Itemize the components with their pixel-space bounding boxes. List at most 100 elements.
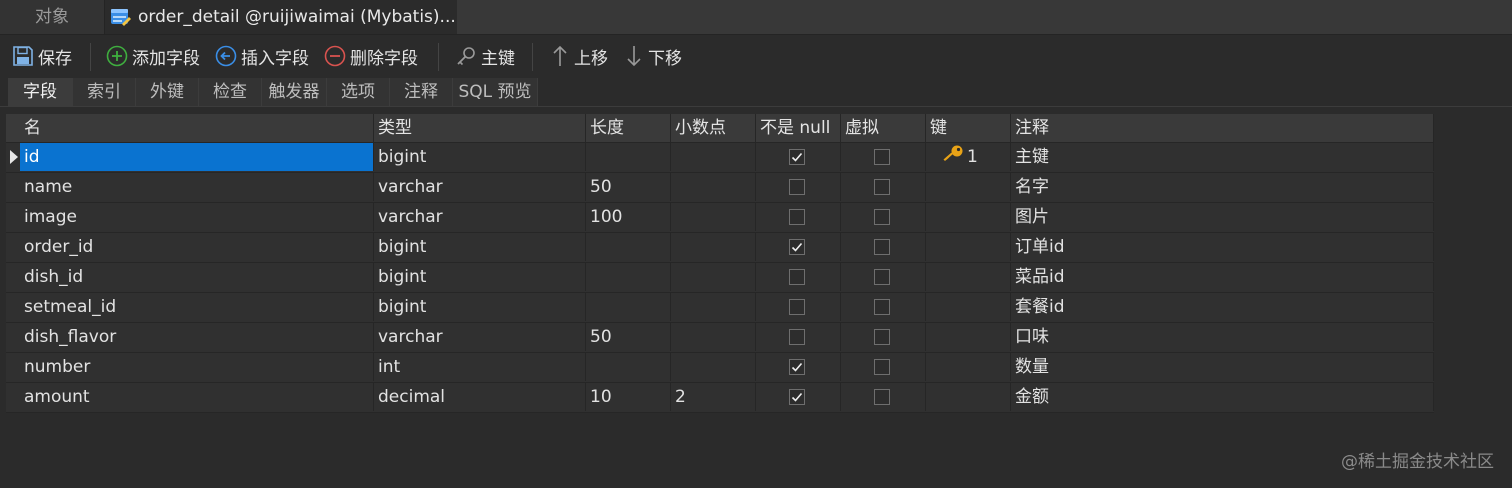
- cell-type[interactable]: bigint: [374, 143, 586, 171]
- not-null-checkbox[interactable]: [788, 209, 805, 225]
- cell-virtual[interactable]: [841, 143, 926, 171]
- cell-virtual[interactable]: [841, 173, 926, 201]
- cell-key[interactable]: [926, 383, 1011, 411]
- cell-comment[interactable]: 订单id: [1011, 233, 1434, 261]
- virtual-checkbox[interactable]: [873, 239, 890, 255]
- virtual-checkbox[interactable]: [873, 269, 890, 285]
- cell-not-null[interactable]: [756, 143, 841, 171]
- tab-sql-preview[interactable]: SQL 预览: [453, 78, 538, 106]
- cell-length[interactable]: 50: [586, 323, 671, 351]
- cell-comment[interactable]: 口味: [1011, 323, 1434, 351]
- not-null-checkbox[interactable]: [788, 149, 805, 165]
- move-up-button[interactable]: 上移: [550, 35, 608, 77]
- cell-type[interactable]: decimal: [374, 383, 586, 411]
- table-row[interactable]: dish_id bigint 菜品id: [6, 263, 1434, 293]
- cell-key[interactable]: 1: [926, 143, 1011, 171]
- virtual-checkbox[interactable]: [873, 299, 890, 315]
- cell-name[interactable]: name: [20, 173, 374, 201]
- cell-virtual[interactable]: [841, 323, 926, 351]
- not-null-checkbox[interactable]: [788, 239, 805, 255]
- cell-decimals[interactable]: 2: [671, 383, 756, 411]
- cell-key[interactable]: [926, 173, 1011, 201]
- cell-key[interactable]: [926, 263, 1011, 291]
- tab-fields[interactable]: 字段: [8, 78, 73, 106]
- cell-type[interactable]: bigint: [374, 263, 586, 291]
- cell-key[interactable]: [926, 203, 1011, 231]
- cell-not-null[interactable]: [756, 263, 841, 291]
- tab-triggers[interactable]: 触发器: [262, 78, 327, 106]
- cell-length[interactable]: [586, 353, 671, 381]
- cell-type[interactable]: int: [374, 353, 586, 381]
- not-null-checkbox[interactable]: [788, 299, 805, 315]
- table-row[interactable]: name varchar 50 名字: [6, 173, 1434, 203]
- cell-length[interactable]: 10: [586, 383, 671, 411]
- cell-not-null[interactable]: [756, 323, 841, 351]
- cell-not-null[interactable]: [756, 293, 841, 321]
- primary-key-button[interactable]: 主键: [455, 35, 515, 77]
- cell-name[interactable]: setmeal_id: [20, 293, 374, 321]
- tab-indexes[interactable]: 索引: [73, 78, 136, 106]
- cell-type[interactable]: varchar: [374, 323, 586, 351]
- save-button[interactable]: 保存: [12, 35, 72, 77]
- cell-name[interactable]: dish_id: [20, 263, 374, 291]
- table-row[interactable]: number int 数量: [6, 353, 1434, 383]
- cell-comment[interactable]: 数量: [1011, 353, 1434, 381]
- cell-type[interactable]: bigint: [374, 233, 586, 261]
- cell-decimals[interactable]: [671, 293, 756, 321]
- cell-not-null[interactable]: [756, 353, 841, 381]
- cell-name[interactable]: order_id: [20, 233, 374, 261]
- virtual-checkbox[interactable]: [873, 389, 890, 405]
- cell-decimals[interactable]: [671, 233, 756, 261]
- column-header-name[interactable]: 名: [20, 114, 374, 142]
- cell-virtual[interactable]: [841, 353, 926, 381]
- virtual-checkbox[interactable]: [873, 179, 890, 195]
- cell-name[interactable]: id: [20, 143, 374, 171]
- cell-not-null[interactable]: [756, 173, 841, 201]
- cell-not-null[interactable]: [756, 383, 841, 411]
- cell-comment[interactable]: 金额: [1011, 383, 1434, 411]
- cell-decimals[interactable]: [671, 323, 756, 351]
- cell-name[interactable]: number: [20, 353, 374, 381]
- cell-key[interactable]: [926, 233, 1011, 261]
- table-row[interactable]: setmeal_id bigint 套餐id: [6, 293, 1434, 323]
- cell-decimals[interactable]: [671, 263, 756, 291]
- virtual-checkbox[interactable]: [873, 149, 890, 165]
- add-field-button[interactable]: 添加字段: [106, 35, 200, 77]
- cell-length[interactable]: 100: [586, 203, 671, 231]
- cell-length[interactable]: [586, 293, 671, 321]
- cell-virtual[interactable]: [841, 203, 926, 231]
- cell-type[interactable]: varchar: [374, 173, 586, 201]
- tab-objects[interactable]: 对象: [0, 0, 105, 34]
- cell-comment[interactable]: 主键: [1011, 143, 1434, 171]
- tab-comment[interactable]: 注释: [390, 78, 453, 106]
- column-header-comment[interactable]: 注释: [1011, 114, 1434, 142]
- not-null-checkbox[interactable]: [788, 359, 805, 375]
- cell-decimals[interactable]: [671, 353, 756, 381]
- cell-key[interactable]: [926, 293, 1011, 321]
- cell-type[interactable]: varchar: [374, 203, 586, 231]
- virtual-checkbox[interactable]: [873, 359, 890, 375]
- cell-length[interactable]: [586, 263, 671, 291]
- virtual-checkbox[interactable]: [873, 209, 890, 225]
- insert-field-button[interactable]: 插入字段: [215, 35, 309, 77]
- move-down-button[interactable]: 下移: [624, 35, 682, 77]
- delete-field-button[interactable]: 删除字段: [324, 35, 418, 77]
- tab-checks[interactable]: 检查: [199, 78, 262, 106]
- cell-length[interactable]: [586, 233, 671, 261]
- cell-key[interactable]: [926, 323, 1011, 351]
- cell-not-null[interactable]: [756, 233, 841, 261]
- table-row[interactable]: id bigint 1 主键: [6, 143, 1434, 173]
- cell-virtual[interactable]: [841, 263, 926, 291]
- column-header-key[interactable]: 键: [926, 114, 1011, 142]
- cell-virtual[interactable]: [841, 293, 926, 321]
- table-row[interactable]: dish_flavor varchar 50 口味: [6, 323, 1434, 353]
- cell-key[interactable]: [926, 353, 1011, 381]
- cell-name[interactable]: image: [20, 203, 374, 231]
- table-row[interactable]: amount decimal 10 2 金额: [6, 383, 1434, 413]
- table-row[interactable]: image varchar 100 图片: [6, 203, 1434, 233]
- column-header-length[interactable]: 长度: [586, 114, 671, 142]
- virtual-checkbox[interactable]: [873, 329, 890, 345]
- cell-comment[interactable]: 套餐id: [1011, 293, 1434, 321]
- column-header-decimals[interactable]: 小数点: [671, 114, 756, 142]
- cell-virtual[interactable]: [841, 233, 926, 261]
